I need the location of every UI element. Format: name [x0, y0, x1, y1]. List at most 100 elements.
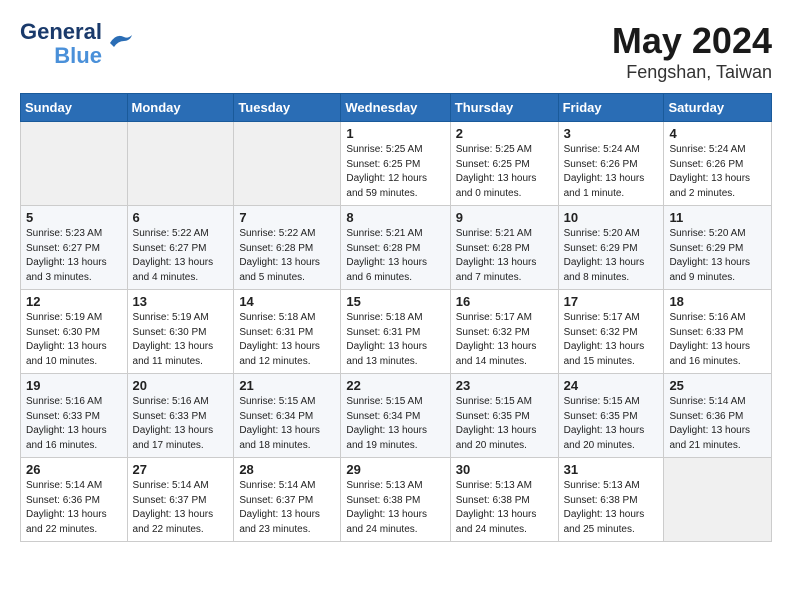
logo-line1: General — [20, 20, 102, 44]
calendar-cell: 18 Sunrise: 5:16 AM Sunset: 6:33 PM Dayli… — [664, 290, 772, 374]
calendar-cell: 29 Sunrise: 5:13 AM Sunset: 6:38 PM Dayli… — [341, 458, 450, 542]
calendar-cell: 7 Sunrise: 5:22 AM Sunset: 6:28 PM Daylig… — [234, 206, 341, 290]
calendar-cell: 28 Sunrise: 5:14 AM Sunset: 6:37 PM Dayli… — [234, 458, 341, 542]
calendar-cell: 11Sunrise: 5:20 AM Sunset: 6:29 PM Dayli… — [664, 206, 772, 290]
day-number: 28 — [239, 462, 335, 477]
day-info: Sunrise: 5:16 AM Sunset: 6:33 PM Dayligh… — [669, 311, 766, 369]
day-number: 22 — [346, 378, 444, 393]
weekday-header-friday: Friday — [558, 94, 664, 122]
day-number: 16 — [456, 294, 553, 309]
logo: General Blue — [20, 20, 134, 68]
calendar-cell: 16 Sunrise: 5:17 AM Sunset: 6:32 PM Dayli… — [450, 290, 558, 374]
calendar-cell: 5 Sunrise: 5:23 AM Sunset: 6:27 PM Daylig… — [21, 206, 128, 290]
calendar-week-5: 26 Sunrise: 5:14 AM Sunset: 6:36 PM Dayli… — [21, 458, 772, 542]
day-info: Sunrise: 5:24 AM Sunset: 6:26 PM Dayligh… — [669, 143, 766, 201]
calendar-cell: 25 Sunrise: 5:14 AM Sunset: 6:36 PM Dayli… — [664, 374, 772, 458]
logo-line2: Blue — [54, 44, 102, 68]
weekday-header-monday: Monday — [127, 94, 234, 122]
calendar-cell: 10 Sunrise: 5:20 AM Sunset: 6:29 PM Dayli… — [558, 206, 664, 290]
day-number: 5 — [26, 210, 122, 225]
calendar-cell: 21 Sunrise: 5:15 AM Sunset: 6:34 PM Dayli… — [234, 374, 341, 458]
day-info: Sunrise: 5:20 AM Sunset: 6:29 PM Dayligh… — [669, 227, 766, 285]
day-number: 30 — [456, 462, 553, 477]
main-title: May 2024 — [612, 20, 772, 62]
calendar-cell: 27 Sunrise: 5:14 AM Sunset: 6:37 PM Dayli… — [127, 458, 234, 542]
calendar-cell: 12 Sunrise: 5:19 AM Sunset: 6:30 PM Dayli… — [21, 290, 128, 374]
weekday-header-wednesday: Wednesday — [341, 94, 450, 122]
day-number: 10 — [564, 210, 659, 225]
day-info: Sunrise: 5:21 AM Sunset: 6:28 PM Dayligh… — [346, 227, 444, 285]
day-info: Sunrise: 5:25 AM Sunset: 6:25 PM Dayligh… — [346, 143, 444, 201]
day-info: Sunrise: 5:18 AM Sunset: 6:31 PM Dayligh… — [239, 311, 335, 369]
day-info: Sunrise: 5:18 AM Sunset: 6:31 PM Dayligh… — [346, 311, 444, 369]
day-number: 7 — [239, 210, 335, 225]
day-info: Sunrise: 5:15 AM Sunset: 6:34 PM Dayligh… — [239, 395, 335, 453]
calendar-cell: 8 Sunrise: 5:21 AM Sunset: 6:28 PM Daylig… — [341, 206, 450, 290]
weekday-header-tuesday: Tuesday — [234, 94, 341, 122]
calendar-week-1: 1 Sunrise: 5:25 AM Sunset: 6:25 PM Daylig… — [21, 122, 772, 206]
day-number: 3 — [564, 126, 659, 141]
day-number: 17 — [564, 294, 659, 309]
logo-bird-icon — [106, 29, 134, 51]
calendar-cell — [664, 458, 772, 542]
weekday-header-saturday: Saturday — [664, 94, 772, 122]
day-number: 8 — [346, 210, 444, 225]
day-number: 21 — [239, 378, 335, 393]
calendar-cell: 15 Sunrise: 5:18 AM Sunset: 6:31 PM Dayli… — [341, 290, 450, 374]
calendar-week-4: 19Sunrise: 5:16 AM Sunset: 6:33 PM Dayli… — [21, 374, 772, 458]
title-block: May 2024 Fengshan, Taiwan — [612, 20, 772, 83]
day-number: 26 — [26, 462, 122, 477]
calendar-table: SundayMondayTuesdayWednesdayThursdayFrid… — [20, 93, 772, 542]
calendar-cell — [21, 122, 128, 206]
day-number: 15 — [346, 294, 444, 309]
day-number: 29 — [346, 462, 444, 477]
day-info: Sunrise: 5:14 AM Sunset: 6:36 PM Dayligh… — [669, 395, 766, 453]
day-info: Sunrise: 5:15 AM Sunset: 6:35 PM Dayligh… — [456, 395, 553, 453]
day-number: 12 — [26, 294, 122, 309]
day-info: Sunrise: 5:15 AM Sunset: 6:34 PM Dayligh… — [346, 395, 444, 453]
day-info: Sunrise: 5:14 AM Sunset: 6:36 PM Dayligh… — [26, 479, 122, 537]
calendar-cell: 19Sunrise: 5:16 AM Sunset: 6:33 PM Dayli… — [21, 374, 128, 458]
calendar-week-2: 5 Sunrise: 5:23 AM Sunset: 6:27 PM Daylig… — [21, 206, 772, 290]
day-info: Sunrise: 5:19 AM Sunset: 6:30 PM Dayligh… — [133, 311, 229, 369]
calendar-cell: 3 Sunrise: 5:24 AM Sunset: 6:26 PM Daylig… — [558, 122, 664, 206]
day-info: Sunrise: 5:17 AM Sunset: 6:32 PM Dayligh… — [564, 311, 659, 369]
day-number: 24 — [564, 378, 659, 393]
day-info: Sunrise: 5:16 AM Sunset: 6:33 PM Dayligh… — [26, 395, 122, 453]
calendar-cell: 1 Sunrise: 5:25 AM Sunset: 6:25 PM Daylig… — [341, 122, 450, 206]
calendar-week-3: 12 Sunrise: 5:19 AM Sunset: 6:30 PM Dayli… — [21, 290, 772, 374]
day-number: 23 — [456, 378, 553, 393]
calendar-cell: 31Sunrise: 5:13 AM Sunset: 6:38 PM Dayli… — [558, 458, 664, 542]
calendar-cell: 17 Sunrise: 5:17 AM Sunset: 6:32 PM Dayli… — [558, 290, 664, 374]
calendar-cell: 23 Sunrise: 5:15 AM Sunset: 6:35 PM Dayli… — [450, 374, 558, 458]
location-subtitle: Fengshan, Taiwan — [612, 62, 772, 83]
day-number: 1 — [346, 126, 444, 141]
day-info: Sunrise: 5:14 AM Sunset: 6:37 PM Dayligh… — [239, 479, 335, 537]
day-number: 27 — [133, 462, 229, 477]
day-number: 4 — [669, 126, 766, 141]
day-info: Sunrise: 5:13 AM Sunset: 6:38 PM Dayligh… — [456, 479, 553, 537]
calendar-cell: 4 Sunrise: 5:24 AM Sunset: 6:26 PM Daylig… — [664, 122, 772, 206]
calendar-cell: 30 Sunrise: 5:13 AM Sunset: 6:38 PM Dayli… — [450, 458, 558, 542]
calendar-cell: 14Sunrise: 5:18 AM Sunset: 6:31 PM Dayli… — [234, 290, 341, 374]
day-info: Sunrise: 5:23 AM Sunset: 6:27 PM Dayligh… — [26, 227, 122, 285]
day-number: 25 — [669, 378, 766, 393]
calendar-cell: 24Sunrise: 5:15 AM Sunset: 6:35 PM Dayli… — [558, 374, 664, 458]
day-info: Sunrise: 5:25 AM Sunset: 6:25 PM Dayligh… — [456, 143, 553, 201]
day-info: Sunrise: 5:19 AM Sunset: 6:30 PM Dayligh… — [26, 311, 122, 369]
day-info: Sunrise: 5:14 AM Sunset: 6:37 PM Dayligh… — [133, 479, 229, 537]
day-number: 18 — [669, 294, 766, 309]
day-number: 20 — [133, 378, 229, 393]
day-info: Sunrise: 5:13 AM Sunset: 6:38 PM Dayligh… — [346, 479, 444, 537]
calendar-header-row: SundayMondayTuesdayWednesdayThursdayFrid… — [21, 94, 772, 122]
calendar-cell: 22 Sunrise: 5:15 AM Sunset: 6:34 PM Dayli… — [341, 374, 450, 458]
day-info: Sunrise: 5:20 AM Sunset: 6:29 PM Dayligh… — [564, 227, 659, 285]
day-info: Sunrise: 5:22 AM Sunset: 6:28 PM Dayligh… — [239, 227, 335, 285]
weekday-header-sunday: Sunday — [21, 94, 128, 122]
calendar-cell: 6Sunrise: 5:22 AM Sunset: 6:27 PM Daylig… — [127, 206, 234, 290]
day-info: Sunrise: 5:21 AM Sunset: 6:28 PM Dayligh… — [456, 227, 553, 285]
day-info: Sunrise: 5:22 AM Sunset: 6:27 PM Dayligh… — [133, 227, 229, 285]
calendar-cell — [127, 122, 234, 206]
day-info: Sunrise: 5:24 AM Sunset: 6:26 PM Dayligh… — [564, 143, 659, 201]
day-info: Sunrise: 5:17 AM Sunset: 6:32 PM Dayligh… — [456, 311, 553, 369]
